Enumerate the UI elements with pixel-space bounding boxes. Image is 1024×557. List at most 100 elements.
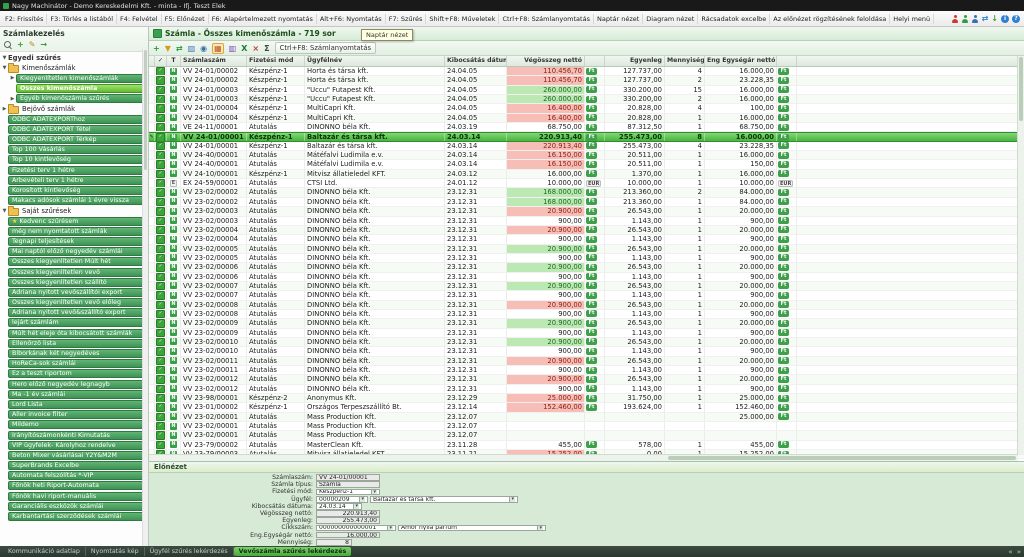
menu-item[interactable]: F7: Szűrés bbox=[386, 14, 427, 24]
column-header[interactable]: Egyenleg bbox=[605, 56, 665, 66]
filter-button[interactable]: Árbevételi terv 1 hétre bbox=[8, 176, 144, 185]
sidebar-item[interactable]: VIP ügyfelek- Károlyhoz rendelve bbox=[0, 440, 148, 450]
filter-button[interactable]: Karbantartási szerződések számlái bbox=[8, 512, 144, 521]
menu-item[interactable]: Naptár nézet bbox=[594, 14, 643, 24]
sidebar-item[interactable]: Összes kiegyenlítetlen vevő előleg bbox=[0, 298, 148, 308]
column-header[interactable]: Eng Egységár nettó bbox=[705, 56, 777, 66]
sidebar-item[interactable]: Bíborkának két negyedéves bbox=[0, 348, 148, 358]
grid-row[interactable]: ✓NVV 23-02/00006ÁtutalásDINONNO béla Kft… bbox=[149, 273, 1024, 282]
grid-row[interactable]: ✓NVV 23-02/00012ÁtutalásDINONNO béla Kft… bbox=[149, 385, 1024, 394]
sidebar-scrollbar[interactable] bbox=[142, 49, 148, 546]
filter-button[interactable]: Lord Lista bbox=[8, 400, 144, 409]
sidebar-item[interactable]: Adriana nyitott vevőszállítói export bbox=[0, 287, 148, 297]
menu-item[interactable]: Shift+F8: Műveletek bbox=[426, 14, 499, 24]
sum-icon[interactable]: Σ bbox=[264, 44, 269, 53]
scrollbar-thumb[interactable] bbox=[1019, 57, 1023, 121]
grid-row[interactable]: ✓NVV 23-02/00007ÁtutalásDINONNO béla Kft… bbox=[149, 282, 1024, 291]
row-checkbox[interactable]: ✓ bbox=[155, 104, 167, 112]
row-checkbox[interactable]: ✓ bbox=[155, 254, 167, 262]
sidebar-item[interactable]: Mai naptól előző negyedév számlái bbox=[0, 247, 148, 257]
row-checkbox[interactable]: ✓ bbox=[155, 160, 167, 168]
filter-button[interactable]: Garanciális eszközök számlái bbox=[8, 502, 144, 511]
grid-row[interactable]: ✓NVV 23-02/00008ÁtutalásDINONNO béla Kft… bbox=[149, 310, 1024, 319]
preview-field-value[interactable]: 24.03.14▾ bbox=[316, 503, 362, 510]
filter-button[interactable]: Aller invoice filter bbox=[8, 410, 144, 419]
menu-item[interactable]: Diagram nézet bbox=[643, 14, 698, 24]
sidebar-item[interactable]: még nem nyomtatott számlák bbox=[0, 226, 148, 236]
sidebar-item[interactable]: Top 10 kintlevőség bbox=[0, 155, 148, 165]
sidebar-item[interactable]: Makacs adósok számlái 1 évre vissza bbox=[0, 196, 148, 206]
help-icon[interactable]: ? bbox=[1012, 15, 1020, 23]
tree-arrow-icon[interactable]: ▶ bbox=[9, 75, 16, 81]
preview-field-value[interactable]: 00000209▾ bbox=[316, 496, 368, 503]
sidebar-item[interactable]: ▶Bejövő számlák bbox=[0, 104, 148, 114]
filter-button[interactable]: ODBC ADATEXPORT Tétel bbox=[8, 125, 144, 134]
edit-filter-icon[interactable]: ✎ bbox=[29, 40, 36, 49]
tree-arrow-icon[interactable]: ▶ bbox=[9, 96, 16, 102]
preview-field-value[interactable]: Ámor nyila parfüm▾ bbox=[398, 525, 546, 532]
statusbar-tab[interactable]: Kommunikáció adatlap bbox=[3, 547, 86, 556]
grid-row[interactable]: ✓NVV 23-02/00007ÁtutalásDINONNO béla Kft… bbox=[149, 291, 1024, 300]
sidebar-item[interactable]: Mildemo bbox=[0, 420, 148, 430]
menu-item[interactable]: F3: Törlés a listából bbox=[47, 14, 117, 24]
filter-button[interactable]: Hero előző negyedév legnagyb bbox=[8, 380, 144, 389]
preview-field-value[interactable]: 000000000000001▾ bbox=[316, 525, 396, 532]
grid-row[interactable]: ✓NVV 24-40/00001ÁtutalásMátéfalvi Ludimi… bbox=[149, 160, 1024, 169]
sidebar-item[interactable]: Összes kiegyenlítetlen szállító bbox=[0, 277, 148, 287]
tree-arrow-icon[interactable]: ▼ bbox=[1, 55, 8, 61]
row-checkbox[interactable]: ✓ bbox=[155, 123, 167, 131]
menu-item[interactable]: F4: Felvétel bbox=[117, 14, 162, 24]
row-checkbox[interactable]: ✓ bbox=[155, 67, 167, 75]
grid-row[interactable]: ✓NVV 24-01/00004Készpénz-1MultiCapri Kft… bbox=[149, 104, 1024, 113]
sidebar-item[interactable]: Lord Lista bbox=[0, 399, 148, 409]
row-checkbox[interactable]: ✓ bbox=[155, 245, 167, 253]
grid-row[interactable]: ✓NVV 23-02/00009ÁtutalásDINONNO béla Kft… bbox=[149, 329, 1024, 338]
add-filter-icon[interactable]: + bbox=[17, 40, 24, 49]
filter-button[interactable]: lejárt számlám bbox=[8, 318, 144, 327]
grid-row[interactable]: ✓NVV 23-02/00003ÁtutalásDINONNO béla Kft… bbox=[149, 207, 1024, 216]
filter-button[interactable]: Összes kiegyenlítetlen vevő bbox=[8, 268, 144, 277]
sync-icon[interactable]: ⇄ bbox=[982, 14, 989, 23]
sidebar-item[interactable]: ODBC ADATEXPORT Tétel bbox=[0, 124, 148, 134]
grid-row[interactable]: ✓NVV 24-40/00001ÁtutalásMátéfalvi Ludimi… bbox=[149, 151, 1024, 160]
filter-button[interactable]: Ez a teszt riportom bbox=[8, 369, 144, 378]
user-add-icon[interactable] bbox=[952, 15, 959, 23]
add-icon[interactable]: + bbox=[153, 44, 160, 53]
filter-button[interactable]: ODBC ADATEXPORT Térkép bbox=[8, 135, 144, 144]
preview-field-value[interactable]: 16.000,00 bbox=[316, 532, 380, 539]
filter-button[interactable]: HoReCa-sok számlái bbox=[8, 359, 144, 368]
sidebar-item[interactable]: Fizetési terv 1 hétre bbox=[0, 165, 148, 175]
sidebar-item[interactable]: Tegnapi teljesítések bbox=[0, 236, 148, 246]
tree-arrow-icon[interactable]: ▼ bbox=[1, 208, 8, 214]
filter-button[interactable]: Főnök heti Riport-Automata bbox=[8, 481, 144, 490]
search-icon[interactable] bbox=[4, 41, 12, 49]
statusbar-tab[interactable]: Ügyfél szűrés lekérdezés bbox=[145, 547, 234, 556]
column-header[interactable]: Mennyiség bbox=[665, 56, 705, 66]
grid-row[interactable]: ✓NVV 23-02/00004ÁtutalásDINONNO béla Kft… bbox=[149, 235, 1024, 244]
grid-row[interactable]: ✓NVV 23-98/00001Készpénz-2Anonymus Kft.2… bbox=[149, 394, 1024, 403]
menu-item[interactable]: Helyi menü bbox=[890, 14, 934, 24]
grid-row[interactable]: ✓NVE 24-11/00001ÁtutalásDINONNO béla Kft… bbox=[149, 123, 1024, 132]
row-checkbox[interactable]: ✓ bbox=[155, 263, 167, 271]
sidebar-item[interactable]: Árbevételi terv 1 hétre bbox=[0, 175, 148, 185]
preview-field-value[interactable]: Baltazár és társa kft.▾ bbox=[370, 496, 518, 503]
run-filter-icon[interactable]: → bbox=[40, 40, 47, 49]
grid-row[interactable]: ✓NVV 23-02/00006ÁtutalásDINONNO béla Kft… bbox=[149, 263, 1024, 272]
dropdown-arrow-icon[interactable]: ▾ bbox=[387, 526, 393, 531]
row-checkbox[interactable]: ✓ bbox=[155, 375, 167, 383]
sidebar-item[interactable]: ▶Egyéb kimenőszámla szűrés bbox=[0, 94, 148, 104]
dropdown-arrow-icon[interactable]: ▾ bbox=[371, 490, 377, 495]
tree-arrow-icon[interactable]: ▼ bbox=[1, 65, 8, 71]
filter-button[interactable]: Kiegyenlítetlen kimenőszámlák bbox=[16, 74, 144, 83]
filter-button[interactable]: Összes kiegyenlítetlen Múlt hét bbox=[8, 257, 144, 266]
sidebar-item[interactable]: Top 100 Vásárlás bbox=[0, 145, 148, 155]
row-checkbox[interactable]: ✓ bbox=[155, 86, 167, 94]
filter-button[interactable]: Főnök havi riport-manuális bbox=[8, 492, 144, 501]
preview-field-value[interactable]: 8 bbox=[316, 539, 352, 546]
dropdown-arrow-icon[interactable]: ▾ bbox=[353, 504, 359, 509]
filter-button[interactable]: Összes kiegyenlítetlen szállító bbox=[8, 278, 144, 287]
filter-button[interactable]: Fizetési terv 1 hétre bbox=[8, 166, 144, 175]
grid-row[interactable]: ✓NVV 23-02/00002ÁtutalásDINONNO béla Kft… bbox=[149, 198, 1024, 207]
filter-button[interactable]: Ma -1 év számlái bbox=[8, 390, 144, 399]
filter-button[interactable]: Adriana nyitott vevőszállítói export bbox=[8, 288, 144, 297]
